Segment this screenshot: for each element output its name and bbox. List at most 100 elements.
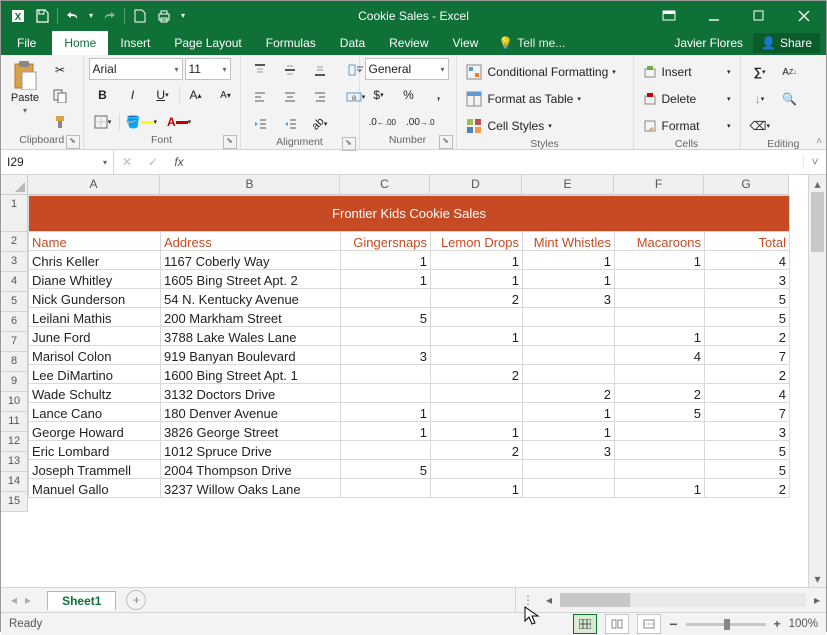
redo-icon[interactable] (98, 5, 120, 27)
cell-value[interactable]: 1 (523, 422, 615, 441)
cell-value[interactable]: 3 (705, 422, 790, 441)
cell-value[interactable] (431, 460, 523, 479)
cell-value[interactable] (341, 441, 431, 460)
cell-value[interactable]: 1 (615, 327, 705, 346)
italic-button[interactable]: I (119, 83, 147, 107)
cell-value[interactable] (615, 460, 705, 479)
comma-format-button[interactable]: , (425, 83, 453, 107)
cell-address[interactable]: 200 Markham Street (161, 308, 341, 327)
cell-address[interactable]: 180 Denver Avenue (161, 403, 341, 422)
tab-scroll-right-icon[interactable]: ▸ (25, 593, 31, 607)
cell-value[interactable]: 2 (615, 384, 705, 403)
cell-name[interactable]: Chris Keller (29, 251, 161, 270)
cell-address[interactable]: 1605 Bing Street Apt. 2 (161, 270, 341, 289)
align-center-button[interactable] (276, 85, 304, 109)
cancel-formula-icon[interactable]: ✕ (114, 155, 140, 169)
number-format-combo[interactable]: General▾ (365, 58, 449, 80)
cell-value[interactable] (615, 308, 705, 327)
cell-value[interactable]: 4 (705, 384, 790, 403)
column-header-cell[interactable]: Lemon Drops (431, 232, 523, 251)
align-left-button[interactable] (246, 85, 274, 109)
cell-value[interactable] (523, 327, 615, 346)
cell-value[interactable]: 1 (341, 270, 431, 289)
cell-styles-button[interactable]: Cell Styles▾ (462, 114, 628, 138)
cell-value[interactable] (615, 270, 705, 289)
cell-name[interactable]: Leilani Mathis (29, 308, 161, 327)
cell-value[interactable]: 3 (523, 441, 615, 460)
paste-button[interactable]: Paste ▾ (6, 58, 44, 115)
column-header-cell[interactable]: Total (705, 232, 790, 251)
borders-button[interactable]: ▾ (89, 110, 117, 134)
cell-value[interactable]: 1 (431, 251, 523, 270)
row-header[interactable]: 13 (1, 452, 28, 472)
row-header[interactable]: 5 (1, 292, 28, 312)
row-header[interactable]: 9 (1, 372, 28, 392)
cell-value[interactable] (341, 327, 431, 346)
cell-value[interactable]: 5 (705, 460, 790, 479)
close-icon[interactable] (781, 1, 826, 30)
cell-value[interactable] (341, 289, 431, 308)
zoom-slider-thumb[interactable] (724, 619, 730, 630)
cell-address[interactable]: 3788 Lake Wales Lane (161, 327, 341, 346)
cell-value[interactable] (615, 441, 705, 460)
row-headers[interactable]: 123456789101112131415 (1, 195, 28, 512)
copy-button[interactable] (46, 84, 74, 108)
tab-scroll-left-icon[interactable]: ◂ (11, 593, 17, 607)
new-sheet-button[interactable]: + (126, 590, 146, 610)
zoom-slider[interactable] (686, 623, 766, 626)
new-file-icon[interactable] (129, 5, 151, 27)
cell-value[interactable] (523, 346, 615, 365)
minimize-icon[interactable] (691, 1, 736, 30)
cell-area[interactable]: Frontier Kids Cookie SalesNameAddressGin… (28, 195, 790, 498)
row-header[interactable]: 7 (1, 332, 28, 352)
font-dialog-icon[interactable]: ⬊ (223, 135, 237, 149)
cell-value[interactable] (431, 308, 523, 327)
align-top-button[interactable] (246, 58, 274, 82)
cell-value[interactable]: 2 (431, 365, 523, 384)
align-right-button[interactable] (306, 85, 334, 109)
sort-filter-button[interactable]: AZ↓ (776, 60, 804, 84)
format-cells-button[interactable]: Format▾ (639, 114, 735, 138)
font-color-button[interactable]: A ▾ (163, 110, 195, 134)
row-header[interactable]: 12 (1, 432, 28, 452)
cell-value[interactable] (523, 479, 615, 498)
name-box[interactable]: I29▾ (1, 150, 114, 174)
cell-value[interactable]: 2 (705, 479, 790, 498)
cell-value[interactable]: 5 (705, 289, 790, 308)
sheet-tab-active[interactable]: Sheet1 (47, 591, 116, 610)
scroll-up-icon[interactable]: ▴ (809, 175, 826, 192)
cell-name[interactable]: Joseph Trammell (29, 460, 161, 479)
col-header-C[interactable]: C (340, 175, 430, 195)
horizontal-scrollbar[interactable]: ⋮ ◂ ▸ (515, 588, 826, 612)
qat-customize-icon[interactable]: ▾ (177, 5, 189, 27)
number-dialog-icon[interactable]: ⬊ (439, 135, 453, 149)
cell-value[interactable]: 3 (341, 346, 431, 365)
conditional-formatting-button[interactable]: Conditional Formatting▾ (462, 60, 628, 84)
col-header-D[interactable]: D (430, 175, 522, 195)
cell-value[interactable]: 1 (341, 422, 431, 441)
cell-name[interactable]: George Howard (29, 422, 161, 441)
scroll-right-icon[interactable]: ▸ (808, 593, 826, 607)
increase-indent-button[interactable] (276, 112, 304, 136)
tab-home[interactable]: Home (52, 31, 108, 55)
cell-value[interactable]: 2 (431, 441, 523, 460)
row-header[interactable]: 1 (1, 195, 28, 232)
col-header-G[interactable]: G (704, 175, 789, 195)
tab-insert[interactable]: Insert (108, 31, 162, 55)
row-header[interactable]: 4 (1, 272, 28, 292)
fill-color-button[interactable]: 🪣 ▾ (122, 110, 161, 134)
increase-decimal-button[interactable]: .0←.00 (365, 110, 400, 134)
cell-value[interactable]: 5 (341, 460, 431, 479)
row-header[interactable]: 2 (1, 232, 28, 252)
row-header[interactable]: 10 (1, 392, 28, 412)
share-button[interactable]: 👤Share (753, 33, 820, 53)
cell-value[interactable]: 1 (431, 422, 523, 441)
cell-value[interactable]: 1 (615, 479, 705, 498)
format-painter-button[interactable] (46, 110, 74, 134)
cell-value[interactable] (615, 365, 705, 384)
fill-button[interactable]: ↓ ▾ (746, 87, 774, 111)
cell-value[interactable]: 2 (431, 289, 523, 308)
cell-value[interactable] (341, 365, 431, 384)
row-header[interactable]: 8 (1, 352, 28, 372)
cell-value[interactable]: 5 (705, 308, 790, 327)
